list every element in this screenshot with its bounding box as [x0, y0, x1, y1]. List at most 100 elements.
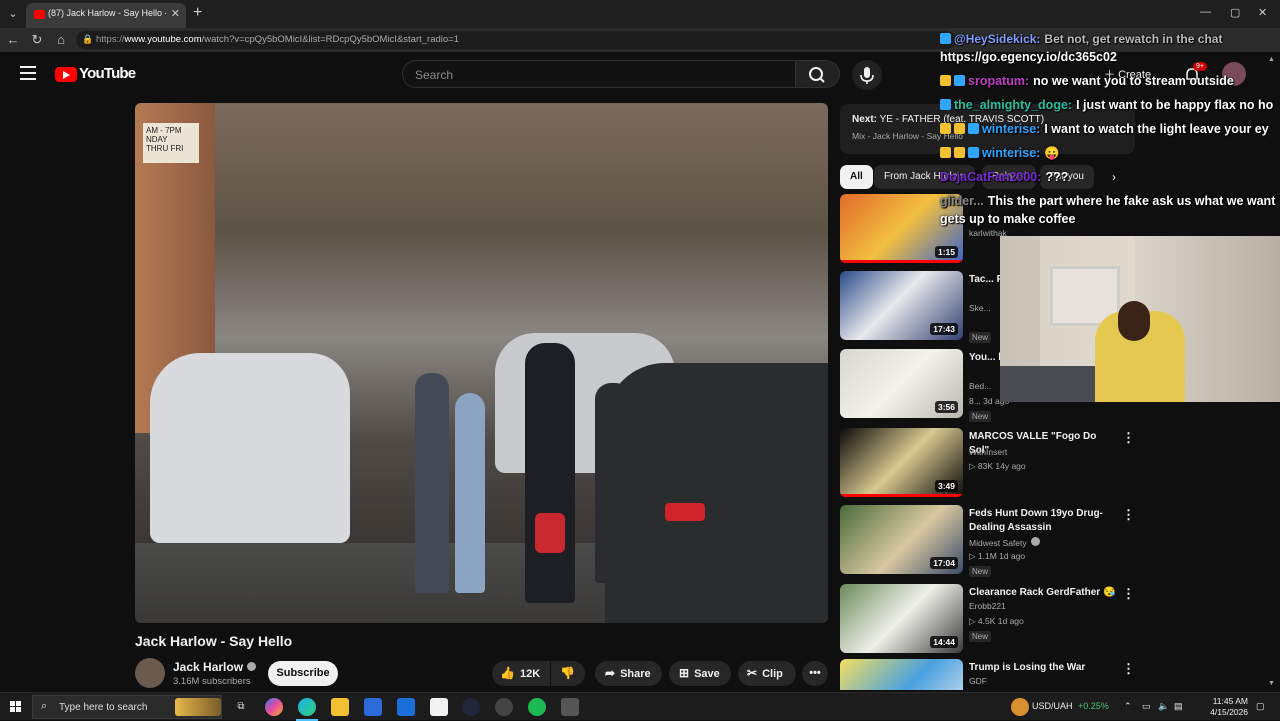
edge-browser-icon[interactable] — [298, 698, 316, 716]
like-count: 12K — [519, 668, 541, 680]
taskbar-clock[interactable]: 11:45 AM 4/15/2026 — [1198, 696, 1248, 718]
chevron-right-icon[interactable]: › — [1112, 170, 1116, 184]
webcam-overlay — [1000, 236, 1280, 402]
watch-progress-bar — [840, 494, 963, 497]
currency-pair: USD/UAH — [1032, 701, 1073, 711]
video-thumbnail[interactable]: 17:43 — [840, 271, 963, 340]
rec-channel: Ske... — [969, 303, 991, 313]
subscribe-button[interactable]: Subscribe — [268, 661, 338, 686]
new-badge: New — [969, 566, 992, 577]
video-thumbnail[interactable]: 14:44 — [840, 584, 963, 653]
video-player[interactable]: AM - 7PM NDAY THRU FRI — [135, 103, 828, 623]
search-icon — [809, 67, 825, 83]
video-thumbnail[interactable]: 17:04 — [840, 505, 963, 574]
browser-tab[interactable]: (87) Jack Harlow - Say Hello - You ✕ — [26, 3, 186, 28]
browser-tab-bar: ⌄ (87) Jack Harlow - Say Hello - You ✕ +… — [0, 0, 1280, 28]
list-item[interactable]: Trump is Losing the War ⋮ GDF — [840, 659, 1270, 690]
window-close-icon[interactable]: ✕ — [1258, 6, 1267, 19]
chat-message: sropatum: no we want you to stream outsid… — [940, 74, 1234, 88]
search-icon: ⌕ — [41, 700, 48, 712]
channel-avatar[interactable] — [135, 658, 165, 688]
youtube-logo-text[interactable]: YouTube — [79, 65, 136, 82]
chat-badge-icon — [954, 147, 965, 158]
scene-dark-car — [605, 363, 828, 623]
spotify-icon[interactable] — [528, 698, 546, 716]
video-thumbnail[interactable]: 3:56 — [840, 349, 963, 418]
crown-icon — [940, 147, 951, 158]
voice-search-button[interactable] — [852, 60, 882, 90]
more-options-icon[interactable]: ⋮ — [1122, 586, 1135, 602]
more-options-icon[interactable]: ⋮ — [1122, 661, 1135, 677]
maximize-icon[interactable]: ▢ — [1230, 6, 1240, 19]
microsoft-store-icon[interactable] — [364, 698, 382, 716]
tab-close-icon[interactable]: ✕ — [171, 7, 180, 20]
scroll-down-icon[interactable]: ▼ — [1268, 680, 1275, 687]
volume-icon[interactable]: 🔈 — [1158, 701, 1169, 712]
search-button[interactable] — [796, 60, 840, 88]
video-thumbnail[interactable]: 3:49 — [840, 428, 963, 497]
microphone-icon — [860, 67, 874, 84]
list-item[interactable]: 3:49 MARCOS VALLE "Fogo Do Sol" ⋮ WithIn… — [840, 428, 1270, 498]
more-options-icon[interactable]: ⋮ — [1122, 430, 1135, 446]
notifications-center-icon[interactable]: ▢ — [1256, 701, 1265, 712]
like-button[interactable]: 👍 12K — [492, 661, 550, 686]
url-input[interactable]: 🔒 https://www.youtube.com/watch?v=cpQy5b… — [76, 31, 956, 49]
scene-taillight — [665, 503, 705, 521]
mail-icon[interactable] — [397, 698, 415, 716]
cam-desk — [1000, 366, 1110, 402]
search-input[interactable]: Search — [402, 60, 796, 88]
taskbar-search-input[interactable]: ⌕ Type here to search — [32, 695, 222, 719]
rec-channel: Erobb221 — [969, 601, 1006, 611]
copilot-icon[interactable] — [265, 698, 283, 716]
watch-progress-bar — [840, 260, 963, 263]
obs-icon[interactable] — [495, 698, 513, 716]
windows-start-icon[interactable] — [10, 701, 22, 713]
chat-message: winterise: I want to watch the light leav… — [940, 122, 1269, 136]
channel-name[interactable]: Jack Harlow — [173, 660, 257, 674]
more-actions-button[interactable]: ••• — [802, 661, 828, 686]
chat-badge-icon — [940, 33, 951, 44]
new-badge: New — [969, 332, 992, 343]
crown-icon — [940, 123, 951, 134]
file-explorer-icon[interactable] — [331, 698, 349, 716]
rec-channel: GDF — [969, 676, 987, 686]
more-options-icon[interactable]: ⋮ — [1122, 507, 1135, 523]
save-icon: ⊞ — [679, 666, 690, 680]
duration-badge: 14:44 — [930, 636, 958, 648]
chip-all[interactable]: All — [840, 165, 873, 189]
more-icon: ••• — [809, 667, 821, 679]
new-tab-icon[interactable]: + — [193, 4, 202, 22]
rec-meta: ▷ 1.1M 1d ago — [969, 551, 1026, 561]
app-icon[interactable] — [462, 698, 480, 716]
video-thumbnail[interactable] — [840, 659, 963, 690]
dislike-button[interactable]: 👎 — [551, 661, 585, 686]
chat-badge-icon — [940, 99, 951, 110]
thumbs-up-icon: 👍 — [500, 666, 515, 680]
notepad-icon[interactable] — [430, 698, 448, 716]
back-icon[interactable]: ← — [5, 32, 21, 47]
duration-badge: 1:15 — [934, 246, 958, 258]
thumbs-down-icon: 👎 — [560, 666, 575, 680]
youtube-logo-icon[interactable] — [55, 67, 77, 82]
settings-icon[interactable] — [561, 698, 579, 716]
tab-list-icon[interactable]: ⌄ — [4, 5, 22, 23]
network-icon[interactable]: ▤ — [1174, 701, 1183, 712]
home-icon[interactable]: ⌂ — [53, 32, 69, 47]
tray-chevron-icon[interactable]: ⌃ — [1124, 701, 1132, 712]
hamburger-menu-icon[interactable] — [20, 66, 36, 80]
scene-pedestrian — [455, 393, 485, 593]
battery-icon[interactable]: ▭ — [1142, 701, 1151, 712]
scene-parking-sign: AM - 7PM NDAY THRU FRI — [143, 123, 199, 163]
scroll-up-icon[interactable]: ▲ — [1268, 56, 1275, 63]
list-item[interactable]: 17:04 Feds Hunt Down 19yo Drug-Dealing A… — [840, 505, 1270, 577]
share-button[interactable]: ➦ Share — [595, 661, 662, 686]
youtube-favicon-icon — [34, 10, 45, 19]
task-view-icon[interactable]: ⧉ — [232, 698, 250, 716]
clip-button[interactable]: ✂ Clip — [738, 661, 796, 686]
chat-badge-icon — [954, 123, 965, 134]
minimize-icon[interactable]: — — [1200, 6, 1211, 18]
list-item[interactable]: 14:44 Clearance Rack GerdFather 😪 ⋮ Erob… — [840, 584, 1270, 654]
rec-meta: ▷ 83K 14y ago — [969, 461, 1026, 471]
save-button[interactable]: ⊞ Save — [669, 661, 731, 686]
refresh-icon[interactable]: ↻ — [29, 32, 45, 48]
